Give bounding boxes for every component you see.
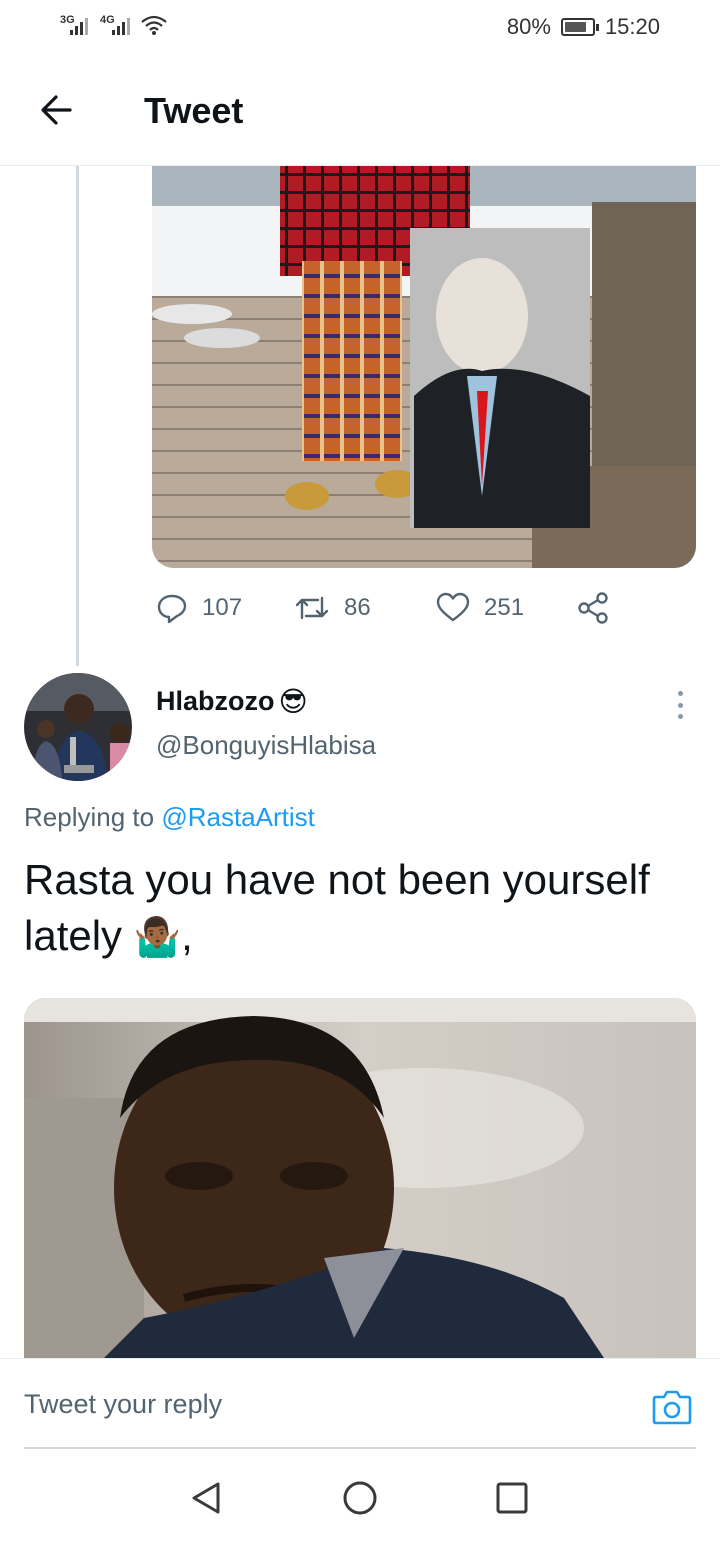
status-bar: 3G 4G 80% 15:20 [0,0,720,56]
status-right: 80% 15:20 [507,14,660,40]
replying-prefix: Replying to [24,802,155,832]
reply-media-image[interactable] [24,998,696,1358]
reply-icon [157,594,187,624]
nav-recents-icon[interactable] [492,1478,532,1518]
retweet-count: 86 [344,594,371,621]
reply-count: 107 [202,594,243,621]
retweet-icon [295,596,329,620]
sunglasses-emoji: 😎 [278,685,308,717]
tweet-media-image[interactable] [152,166,696,568]
reply-body: Rasta you have not been yourself lately … [24,852,694,966]
composer-underline [24,1447,696,1449]
reply-input[interactable]: Tweet your reply [24,1389,222,1420]
avatar-photo [24,673,132,781]
page-title: Tweet [144,90,244,131]
signal-strength-icon-2 [112,18,130,35]
reply-text: Rasta you have not been yourself lately [24,856,650,959]
reply-composer: Tweet your reply [0,1358,720,1449]
retweet-action[interactable]: 86 [294,586,371,630]
clock: 15:20 [604,14,660,39]
reaction-photo [24,998,696,1358]
signal-strength-icon [70,18,88,35]
tweet-actions: 107 86 251 [152,586,632,630]
author-name: Hlabzozo [156,686,275,716]
system-nav-bar [0,1450,720,1541]
share-icon [578,592,608,624]
nav-home-icon[interactable] [340,1478,380,1518]
reply-action[interactable]: 107 [156,586,242,630]
battery-percent: 80% [506,14,551,39]
replying-to-line: Replying to @RastaArtist [24,802,315,833]
like-count: 251 [484,594,525,621]
replying-mention-link[interactable]: @RastaArtist [161,802,315,832]
battery-icon [560,18,599,36]
reply-text-suffix: , [181,912,193,959]
more-options-icon[interactable] [666,688,694,722]
wifi-icon [141,15,167,35]
arrow-left-icon[interactable] [36,90,76,130]
camera-icon[interactable] [650,1385,694,1429]
nav-back-icon[interactable] [186,1478,226,1518]
reply-author[interactable]: Hlabzozo 😎 [156,686,308,717]
thread-connector-line [76,166,79,666]
like-action[interactable]: 251 [436,586,524,630]
author-handle[interactable]: @BonguyisHlabisa [156,730,376,761]
heart-icon [436,592,470,622]
shrug-emoji: 🤷🏾‍♂️ [133,917,182,959]
avatar[interactable] [24,673,132,781]
painting-photo [152,166,696,568]
share-action[interactable] [576,586,610,630]
top-app-bar: Tweet [0,56,720,166]
